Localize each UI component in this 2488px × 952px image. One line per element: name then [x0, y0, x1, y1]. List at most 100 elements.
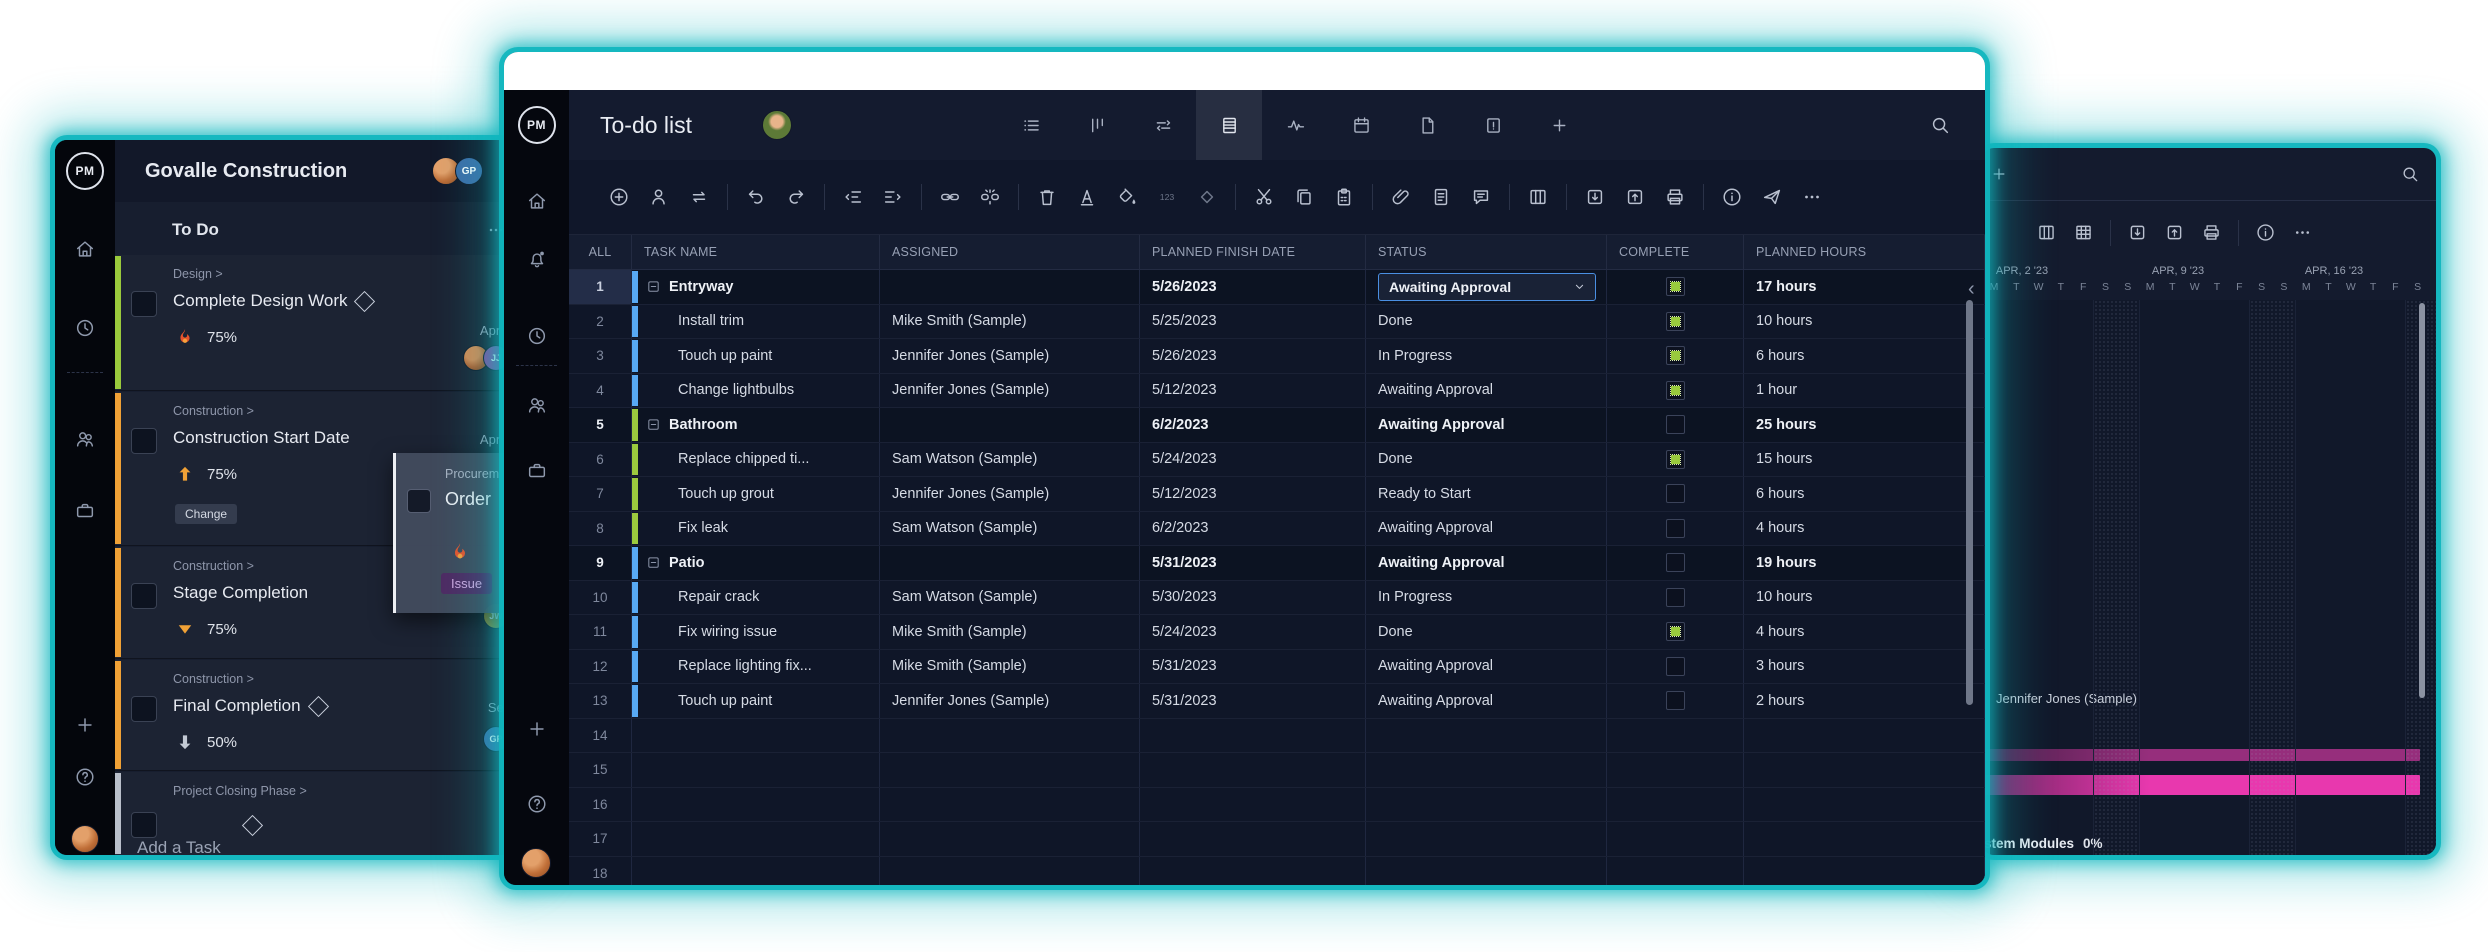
complete-cell[interactable]: [1607, 753, 1744, 787]
status-cell[interactable]: Awaiting Approval: [1366, 684, 1607, 718]
font-icon[interactable]: [1076, 186, 1098, 208]
copy-icon[interactable]: [1293, 186, 1315, 208]
status-cell[interactable]: In Progress: [1366, 581, 1607, 615]
task-name-cell[interactable]: Replace chipped ti...: [632, 443, 880, 477]
row-number[interactable]: 3: [569, 339, 632, 373]
card-breadcrumb[interactable]: Construction >: [173, 672, 254, 686]
complete-checkbox[interactable]: [1666, 312, 1685, 331]
export-icon[interactable]: [2164, 222, 2185, 243]
complete-cell[interactable]: [1607, 581, 1744, 615]
task-name-cell[interactable]: Fix wiring issue: [632, 615, 880, 649]
link-icon[interactable]: [939, 186, 961, 208]
card-title[interactable]: Stage Completion: [173, 583, 308, 603]
column-header[interactable]: COMPLETE: [1607, 235, 1744, 269]
card-title[interactable]: Complete Design Work: [173, 291, 372, 311]
finish-date-cell[interactable]: 5/30/2023: [1140, 581, 1366, 615]
assigned-cell[interactable]: [880, 822, 1140, 856]
users-icon[interactable]: [74, 428, 96, 450]
columns-icon[interactable]: [1527, 186, 1549, 208]
tab-report-view[interactable]: [1460, 90, 1526, 160]
milestone-icon[interactable]: [1196, 186, 1218, 208]
finish-date-cell[interactable]: 5/12/2023: [1140, 374, 1366, 408]
vertical-scrollbar[interactable]: [2419, 303, 2425, 698]
user-avatar[interactable]: [521, 848, 551, 878]
complete-checkbox[interactable]: [1666, 277, 1685, 296]
task-name-cell[interactable]: Patio: [632, 546, 880, 580]
complete-cell[interactable]: [1607, 822, 1744, 856]
task-name-cell[interactable]: [632, 857, 880, 886]
complete-checkbox[interactable]: [1666, 519, 1685, 538]
project-avatar[interactable]: [762, 110, 792, 140]
task-name-cell[interactable]: Change lightbulbs: [632, 374, 880, 408]
card-checkbox[interactable]: [131, 812, 157, 838]
task-name-cell[interactable]: Touch up grout: [632, 477, 880, 511]
info-icon[interactable]: [2255, 222, 2276, 243]
vertical-scrollbar[interactable]: [1966, 300, 1973, 705]
card-breadcrumb[interactable]: Project Closing Phase >: [173, 784, 307, 798]
user-avatar[interactable]: [71, 825, 99, 853]
briefcase-icon[interactable]: [74, 500, 96, 522]
complete-cell[interactable]: [1607, 684, 1744, 718]
import-icon[interactable]: [2127, 222, 2148, 243]
cut-icon[interactable]: [1253, 186, 1275, 208]
import-icon[interactable]: [1584, 186, 1606, 208]
task-name-cell[interactable]: Replace lighting fix...: [632, 650, 880, 684]
assigned-cell[interactable]: [880, 857, 1140, 886]
status-cell[interactable]: Awaiting Approval: [1366, 650, 1607, 684]
assigned-cell[interactable]: Jennifer Jones (Sample): [880, 339, 1140, 373]
finish-date-cell[interactable]: 6/2/2023: [1140, 408, 1366, 442]
finish-date-cell[interactable]: 6/2/2023: [1140, 512, 1366, 546]
finish-date-cell[interactable]: 5/26/2023: [1140, 270, 1366, 304]
finish-date-cell[interactable]: [1140, 753, 1366, 787]
task-name-cell[interactable]: [632, 719, 880, 753]
assigned-cell[interactable]: Jennifer Jones (Sample): [880, 477, 1140, 511]
column-header[interactable]: STATUS: [1366, 235, 1607, 269]
task-card[interactable]: Design >Complete Design Work75%Apr 1JJ: [115, 255, 515, 391]
info-icon[interactable]: [1721, 186, 1743, 208]
finish-date-cell[interactable]: 5/12/2023: [1140, 477, 1366, 511]
pm-logo[interactable]: PM: [55, 140, 115, 202]
card-title[interactable]: Final Completion: [173, 696, 326, 716]
status-cell[interactable]: Ready to Start: [1366, 477, 1607, 511]
tab-add-view[interactable]: [1526, 90, 1592, 160]
clock-icon[interactable]: [526, 325, 548, 347]
assigned-cell[interactable]: Jennifer Jones (Sample): [880, 684, 1140, 718]
undo-icon[interactable]: [745, 186, 767, 208]
comment-icon[interactable]: [1470, 186, 1492, 208]
planned-hours-cell[interactable]: [1744, 822, 1985, 856]
row-number[interactable]: 6: [569, 443, 632, 477]
task-name-cell[interactable]: [632, 822, 880, 856]
add-task-button[interactable]: Add a Task: [137, 838, 221, 855]
row-number[interactable]: 12: [569, 650, 632, 684]
planned-hours-cell[interactable]: 4 hours: [1744, 512, 1985, 546]
finish-date-cell[interactable]: 5/24/2023: [1140, 443, 1366, 477]
finish-date-cell[interactable]: [1140, 788, 1366, 822]
repeat-icon[interactable]: [688, 186, 710, 208]
finish-date-cell[interactable]: [1140, 822, 1366, 856]
gantt-bar-magenta[interactable]: [1984, 749, 2420, 761]
status-cell[interactable]: Done: [1366, 305, 1607, 339]
complete-cell[interactable]: [1607, 443, 1744, 477]
status-cell[interactable]: In Progress: [1366, 339, 1607, 373]
tab-list-view[interactable]: [998, 90, 1064, 160]
attachment-icon[interactable]: [1390, 186, 1412, 208]
status-cell[interactable]: [1366, 822, 1607, 856]
card-breadcrumb[interactable]: Construction >: [173, 404, 254, 418]
planned-hours-cell[interactable]: 25 hours: [1744, 408, 1985, 442]
tab-calendar-view[interactable]: [1328, 90, 1394, 160]
row-number[interactable]: 11: [569, 615, 632, 649]
assigned-cell[interactable]: [880, 546, 1140, 580]
card-checkbox[interactable]: [131, 583, 157, 609]
fill-color-icon[interactable]: [1116, 186, 1138, 208]
help-icon[interactable]: [526, 793, 548, 815]
task-name-cell[interactable]: Install trim: [632, 305, 880, 339]
row-number[interactable]: 14: [569, 719, 632, 753]
assigned-cell[interactable]: [880, 719, 1140, 753]
unlink-icon[interactable]: [979, 186, 1001, 208]
planned-hours-cell[interactable]: 19 hours: [1744, 546, 1985, 580]
assigned-cell[interactable]: Mike Smith (Sample): [880, 615, 1140, 649]
complete-cell[interactable]: [1607, 857, 1744, 886]
more-icon[interactable]: [1801, 186, 1823, 208]
bell-icon[interactable]: [526, 248, 548, 270]
gp-avatar[interactable]: GP: [455, 157, 483, 185]
